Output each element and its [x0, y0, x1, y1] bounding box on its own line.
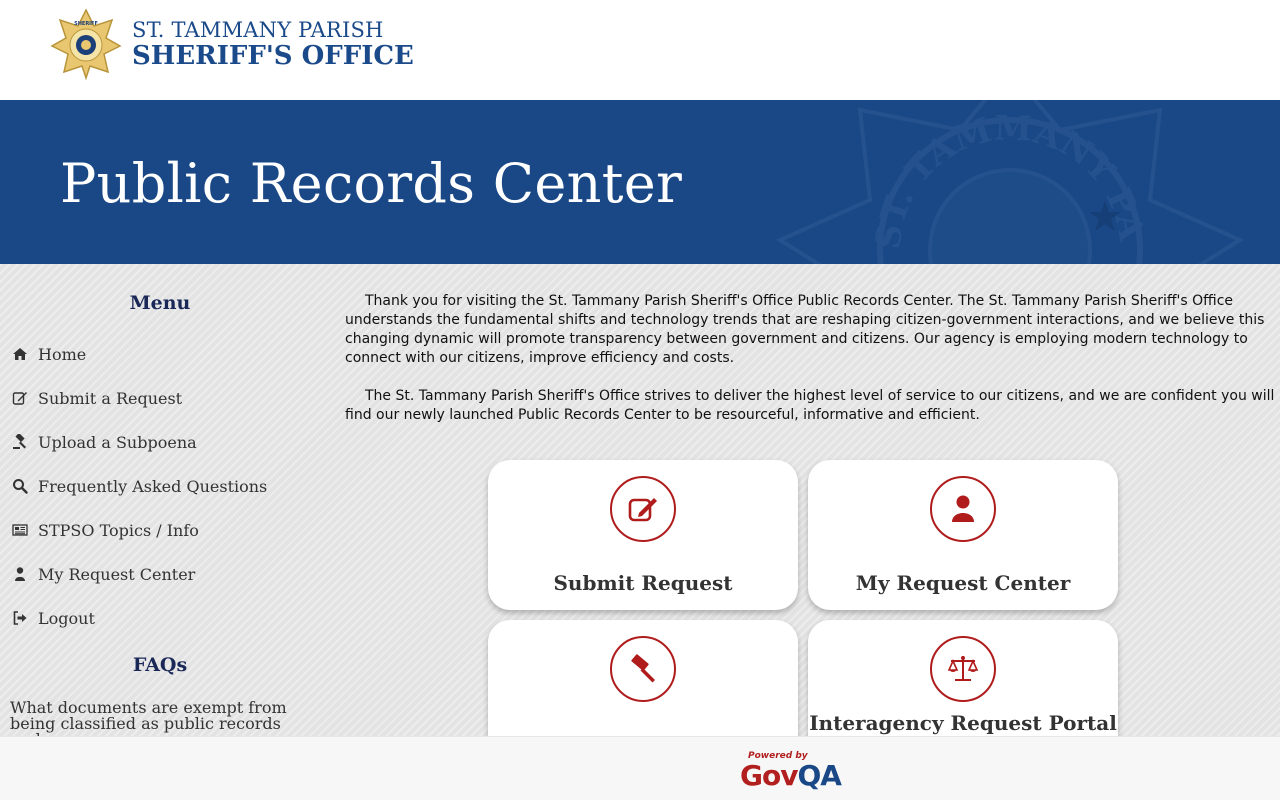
govqa-logo[interactable]: Powered by GovQA [740, 751, 850, 792]
intro-text: Thank you for visiting the St. Tammany P… [345, 292, 1280, 444]
gavel-icon [610, 636, 676, 702]
card-label: My Request Center [855, 571, 1071, 595]
gavel-icon [10, 432, 30, 452]
user-icon [930, 476, 996, 542]
sidebar-item-label: Home [38, 344, 87, 364]
my-request-center-card[interactable]: My Request Center [808, 460, 1118, 610]
sidebar-item-logout[interactable]: Logout [10, 596, 267, 640]
sidebar-item-label: STPSO Topics / Info [38, 520, 199, 540]
page-title: Public Records Center [60, 152, 683, 215]
sidebar-item-label: Frequently Asked Questions [38, 476, 268, 496]
sidebar-item-label: Logout [38, 608, 95, 628]
govqa-brand-gov: Gov [740, 759, 798, 792]
faq-question-link[interactable]: What documents are exempt from being cla… [10, 700, 320, 737]
org-name-line2: SHERIFF'S OFFICE [132, 40, 414, 71]
card-label: Submit Request [553, 571, 733, 595]
card-label: Interagency Request Portal [809, 711, 1117, 735]
edit-icon [10, 388, 30, 408]
edit-icon [610, 476, 676, 542]
sidebar: Menu Home Submit a Request Upload a Subp… [0, 264, 320, 736]
sheriff-badge-icon: SHERIFF [50, 8, 122, 80]
home-icon [10, 344, 30, 364]
sidebar-menu: Home Submit a Request Upload a Subpoena … [10, 332, 267, 640]
footer: Powered by GovQA [0, 736, 1280, 800]
seal-watermark-icon: ST. TAMMANY PARISH [760, 100, 1245, 264]
svg-text:SHERIFF: SHERIFF [74, 21, 98, 27]
upload-subpoena-card[interactable] [488, 620, 798, 736]
sidebar-item-my-request-center[interactable]: My Request Center [10, 552, 267, 596]
sidebar-item-label: Upload a Subpoena [38, 432, 197, 452]
sidebar-item-home[interactable]: Home [10, 332, 267, 376]
search-icon [10, 476, 30, 496]
site-header: SHERIFF ST. TAMMANY PARISH SHERIFF'S OFF… [0, 0, 1280, 100]
newspaper-icon [10, 520, 30, 540]
govqa-brand: GovQA [740, 759, 842, 792]
govqa-brand-qa: QA [797, 759, 841, 792]
sheriff-logo[interactable]: SHERIFF ST. TAMMANY PARISH SHERIFF'S OFF… [50, 8, 414, 80]
sidebar-item-faq[interactable]: Frequently Asked Questions [10, 464, 267, 508]
menu-heading: Menu [129, 292, 191, 314]
submit-request-card[interactable]: Submit Request [488, 460, 798, 610]
intro-paragraph: The St. Tammany Parish Sheriff's Office … [345, 388, 1275, 423]
hero-banner: ST. TAMMANY PARISH Public Records Center [0, 100, 1280, 264]
faq-heading: FAQs [132, 654, 188, 676]
user-icon [10, 564, 30, 584]
intro-paragraph: Thank you for visiting the St. Tammany P… [345, 293, 1265, 366]
interagency-request-card[interactable]: Interagency Request Portal [808, 620, 1118, 736]
sidebar-item-label: Submit a Request [38, 388, 183, 408]
logout-icon [10, 608, 30, 628]
sidebar-item-upload-subpoena[interactable]: Upload a Subpoena [10, 420, 267, 464]
sidebar-item-topics[interactable]: STPSO Topics / Info [10, 508, 267, 552]
sidebar-item-label: My Request Center [38, 564, 196, 584]
main-content: Menu Home Submit a Request Upload a Subp… [0, 264, 1280, 736]
sidebar-item-submit-request[interactable]: Submit a Request [10, 376, 267, 420]
scales-icon [930, 636, 996, 702]
org-name-line1: ST. TAMMANY PARISH [132, 17, 384, 42]
